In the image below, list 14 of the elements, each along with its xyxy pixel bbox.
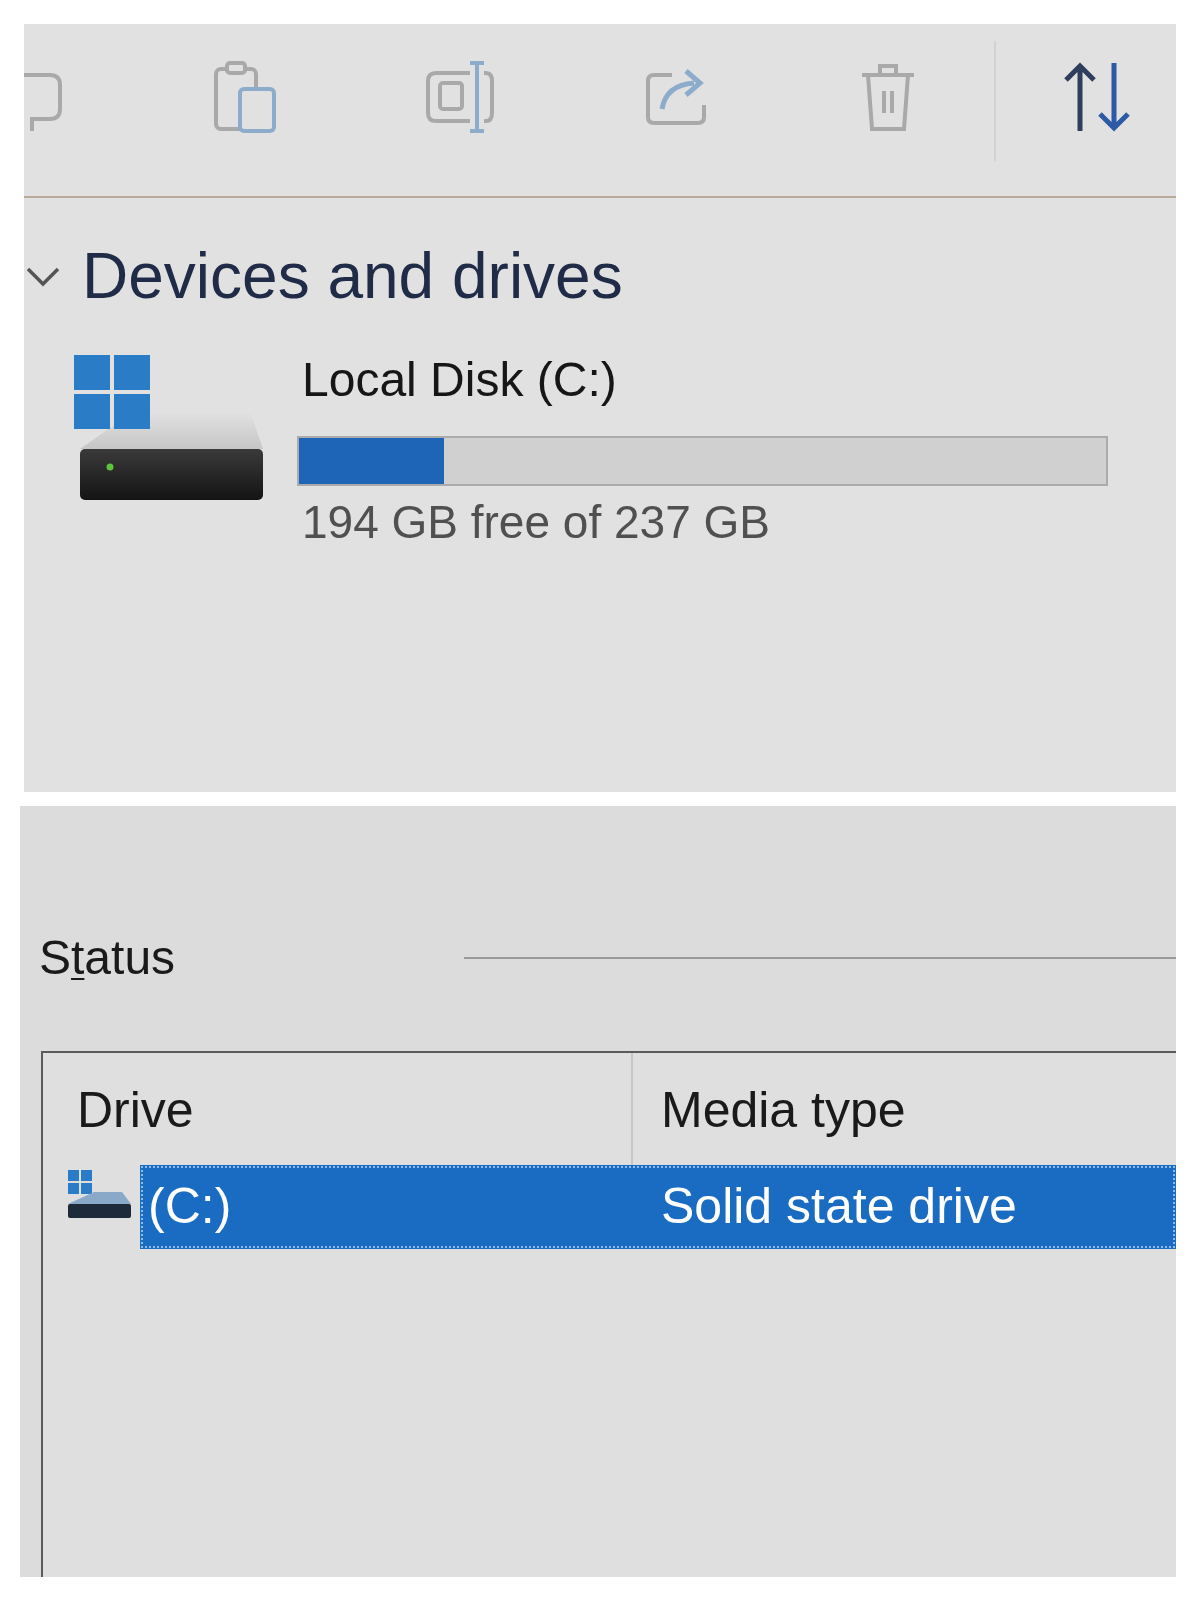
text-cursor-icon xyxy=(426,61,494,133)
drive-icon xyxy=(66,1167,133,1221)
trash-icon xyxy=(860,61,916,133)
drive-space-text: 194 GB free of 237 GB xyxy=(301,496,771,549)
column-header[interactable]: Media type xyxy=(633,1053,906,1165)
drive-name[interactable]: Local Disk (C:) xyxy=(297,351,1108,407)
clipboard-icon xyxy=(214,61,276,133)
chevron-down-icon[interactable] xyxy=(26,265,61,287)
drive-icon[interactable] xyxy=(74,354,264,501)
list-row[interactable]: (C:) Solid state drive xyxy=(140,1164,1176,1249)
table-cell-text: Solid state drive xyxy=(660,1177,1017,1236)
table-cell-text: (C:) xyxy=(147,1177,233,1236)
section-title: Devices and drives xyxy=(82,239,623,314)
group-label: Status xyxy=(39,930,176,986)
